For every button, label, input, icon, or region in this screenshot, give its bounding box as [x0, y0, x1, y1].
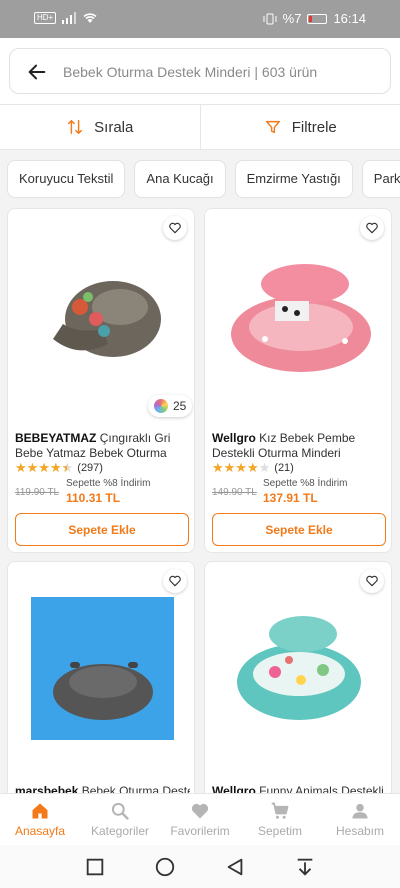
product-brand: BEBEYATMAZ [15, 431, 97, 445]
wifi-icon [83, 13, 97, 23]
sort-button[interactable]: Sırala [0, 105, 201, 149]
color-variant-badge[interactable]: 25 [148, 395, 193, 417]
review-count: (297) [77, 461, 103, 474]
search-query-text[interactable]: Bebek Oturma Destek Minderi | 603 ürün [63, 64, 317, 80]
favorite-button[interactable] [360, 569, 384, 593]
product-image[interactable] [8, 562, 195, 762]
search-icon [111, 802, 129, 820]
user-icon [352, 803, 368, 819]
nav-label: Kategoriler [90, 824, 150, 838]
chip-emzirme-yastigi[interactable]: Emzirme Yastığı [234, 160, 353, 198]
favorite-button[interactable] [163, 569, 187, 593]
signal-icon [62, 12, 77, 24]
nav-kategoriler[interactable]: Kategoriler [80, 794, 160, 845]
bottom-nav: Anasayfa Kategoriler Favorilerim Sepetim… [0, 793, 400, 845]
product-brand: Wellgro [212, 431, 256, 445]
product-card[interactable]: 25 BEBEYATMAZ Çıngıraklı Gri Bebe Yatmaz… [7, 208, 195, 553]
discount-text: Sepette %8 İndirim [263, 478, 348, 489]
product-image[interactable] [205, 562, 392, 762]
hd-badge: HD+ [34, 12, 57, 24]
old-price: 119.90 TL [15, 487, 60, 498]
product-image[interactable] [205, 209, 392, 409]
favorite-button[interactable] [360, 216, 384, 240]
category-chips: Koruyucu Tekstil Ana Kucağı Emzirme Yast… [7, 160, 400, 198]
new-price: 137.91 TL [263, 491, 318, 505]
product-title[interactable]: BEBEYATMAZ Çıngıraklı Gri Bebe Yatmaz Be… [15, 431, 190, 461]
home-icon [32, 803, 48, 819]
chip-park-yatak[interactable]: Park Yatak [361, 160, 400, 198]
nav-hesabim[interactable]: Hesabım [320, 794, 400, 845]
favorite-button[interactable] [163, 216, 187, 240]
sort-filter-bar: Sırala Filtrele [0, 104, 400, 150]
nav-label: Favorilerim [170, 824, 230, 838]
battery-percent: %7 [282, 11, 302, 26]
nav-anasayfa[interactable]: Anasayfa [0, 794, 80, 845]
add-to-cart-button[interactable]: Sepete Ekle [212, 513, 386, 546]
sort-label: Sırala [94, 118, 134, 136]
nav-favorilerim[interactable]: Favorilerim [160, 794, 240, 845]
chip-koruyucu-tekstil[interactable]: Koruyucu Tekstil [7, 160, 126, 198]
color-count: 25 [173, 399, 187, 413]
product-title[interactable]: Wellgro Kız Bebek Pembe Destekli Oturma … [212, 431, 387, 461]
new-price: 110.31 TL [66, 491, 121, 505]
chip-ana-kucagi[interactable]: Ana Kucağı [134, 160, 226, 198]
search-box[interactable]: Bebek Oturma Destek Minderi | 603 ürün [9, 48, 391, 94]
old-price: 149.90 TL [212, 487, 257, 498]
filter-button[interactable]: Filtrele [201, 105, 400, 149]
heart-outline-icon [366, 575, 378, 587]
product-rating: ★★★★★ ★★★★★ (297) [15, 461, 103, 474]
rating-stars: ★★★★★★★★★★ [15, 460, 74, 475]
filter-icon [265, 120, 280, 134]
heart-icon [191, 803, 209, 819]
add-to-cart-button[interactable]: Sepete Ekle [15, 513, 189, 546]
back-triangle-icon[interactable] [224, 856, 246, 878]
heart-outline-icon [169, 575, 181, 587]
notification-drawer-icon[interactable] [294, 856, 316, 878]
nav-label: Sepetim [257, 824, 303, 838]
nav-sepetim[interactable]: Sepetim [240, 794, 320, 845]
product-image[interactable] [8, 209, 195, 409]
back-arrow-icon[interactable] [26, 61, 48, 83]
heart-outline-icon [169, 222, 181, 234]
nav-label: Anasayfa [14, 824, 66, 838]
product-card[interactable]: marsbebek Bebek Oturma Destek [7, 561, 195, 801]
product-card[interactable]: Wellgro Funny Animals Destekli [204, 561, 392, 801]
rating-stars: ★★★★★★★★★★ [212, 460, 271, 475]
clock: 16:14 [333, 11, 366, 26]
status-bar: HD+ %7 16:14 [0, 0, 400, 38]
heart-outline-icon [366, 222, 378, 234]
sort-icon [68, 119, 83, 135]
product-card[interactable]: Wellgro Kız Bebek Pembe Destekli Oturma … [204, 208, 392, 553]
top-bar: Bebek Oturma Destek Minderi | 603 ürün [0, 38, 400, 104]
system-nav-bar [0, 845, 400, 888]
home-circle-icon[interactable] [154, 856, 176, 878]
vibrate-icon [263, 13, 277, 24]
review-count: (21) [274, 461, 294, 474]
color-palette-icon [154, 399, 168, 413]
battery-icon [307, 13, 328, 24]
cart-icon [271, 802, 289, 819]
product-rating: ★★★★★★★★★★ (21) [212, 461, 294, 474]
recents-square-icon[interactable] [84, 856, 106, 878]
nav-label: Hesabım [335, 824, 385, 838]
filter-label: Filtrele [291, 118, 337, 136]
discount-text: Sepette %8 İndirim [66, 478, 151, 489]
